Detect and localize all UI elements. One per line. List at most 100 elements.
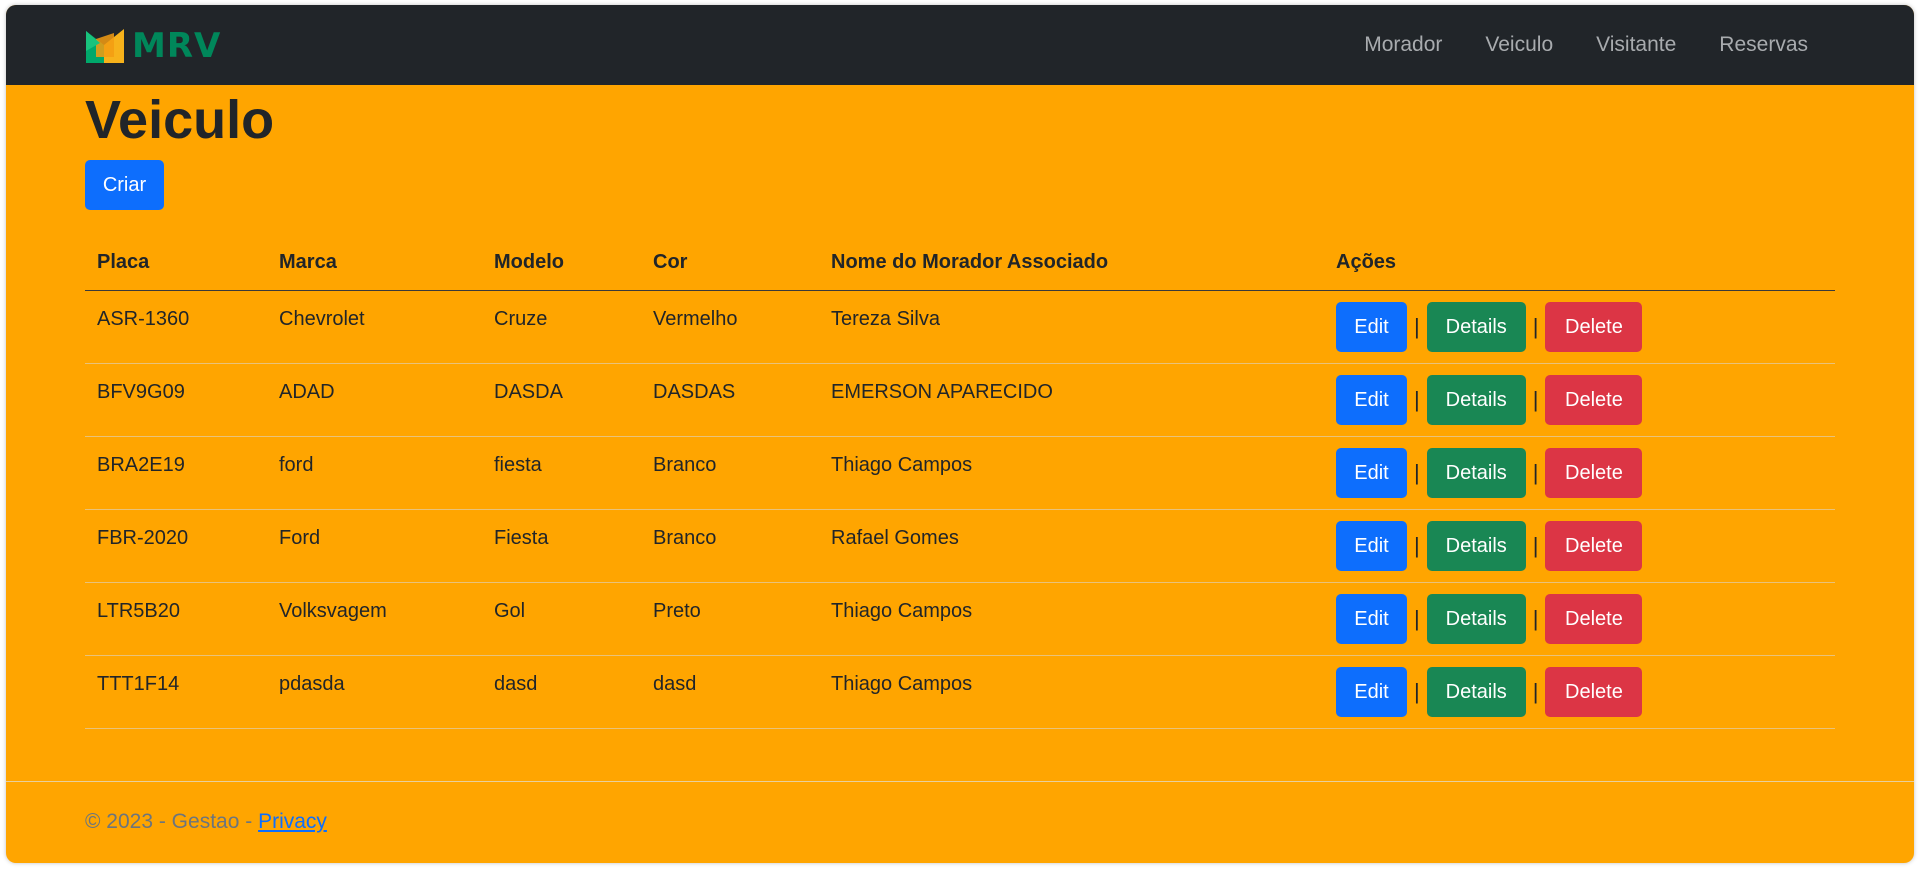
edit-button[interactable]: Edit	[1336, 521, 1407, 571]
delete-button[interactable]: Delete	[1545, 521, 1643, 571]
action-separator: |	[1532, 606, 1539, 631]
delete-button[interactable]: Delete	[1545, 375, 1643, 425]
cell-placa: BFV9G09	[85, 363, 267, 437]
edit-button[interactable]: Edit	[1336, 375, 1407, 425]
cell-morador: Thiago Campos	[819, 436, 1324, 510]
cell-marca: Ford	[267, 509, 482, 583]
row-actions: Edit | Details | Delete	[1336, 521, 1823, 571]
cell-placa: LTR5B20	[85, 582, 267, 656]
action-separator: |	[1414, 533, 1420, 558]
header-placa: Placa	[85, 234, 267, 291]
cell-cor: DASDAS	[641, 363, 819, 437]
action-separator: |	[1414, 679, 1420, 704]
header-acoes: Ações	[1324, 234, 1835, 291]
top-navbar: MRV Morador Veiculo Visitante Reservas	[6, 5, 1914, 85]
cell-modelo: DASDA	[482, 363, 641, 437]
row-actions: Edit | Details | Delete	[1336, 302, 1823, 352]
action-separator: |	[1532, 460, 1539, 485]
action-separator: |	[1414, 387, 1420, 412]
brand-logo[interactable]: MRV	[84, 27, 221, 65]
brand-text: MRV	[132, 26, 222, 66]
cell-morador: Thiago Campos	[819, 655, 1324, 729]
delete-button[interactable]: Delete	[1545, 448, 1643, 498]
row-actions: Edit | Details | Delete	[1336, 448, 1823, 498]
cell-cor: Preto	[641, 582, 819, 656]
table-row: FBR-2020 Ford Fiesta Branco Rafael Gomes Edit…	[85, 509, 1835, 583]
action-separator: |	[1414, 606, 1420, 631]
cell-morador: Tereza Silva	[819, 290, 1324, 364]
privacy-link[interactable]: Privacy	[258, 810, 327, 833]
cell-actions: Edit | Details | Delete	[1324, 509, 1835, 583]
nav-link-veiculo[interactable]: Veiculo	[1485, 33, 1553, 57]
table-header-row: Placa Marca Modelo Cor Nome do Morador A…	[85, 234, 1835, 291]
cell-placa: FBR-2020	[85, 509, 267, 583]
edit-button[interactable]: Edit	[1336, 667, 1407, 717]
details-button[interactable]: Details	[1426, 448, 1526, 498]
footer-copyright: © 2023 - Gestao -	[85, 810, 259, 833]
footer-text: © 2023 - Gestao - Privacy	[85, 810, 327, 834]
vehicles-table: Placa Marca Modelo Cor Nome do Morador A…	[85, 234, 1835, 729]
table-row: LTR5B20 Volksvagem Gol Preto Thiago Campos Ed…	[85, 582, 1835, 656]
row-actions: Edit | Details | Delete	[1336, 667, 1823, 717]
cell-cor: Branco	[641, 509, 819, 583]
row-actions: Edit | Details | Delete	[1336, 594, 1823, 644]
details-button[interactable]: Details	[1426, 594, 1526, 644]
cell-actions: Edit | Details | Delete	[1324, 363, 1835, 437]
cell-modelo: Gol	[482, 582, 641, 656]
cell-marca: pdasda	[267, 655, 482, 729]
details-button[interactable]: Details	[1426, 521, 1526, 571]
table-row: TTT1F14 pdasda dasd dasd Thiago Campos Edit | D…	[85, 655, 1835, 729]
edit-button[interactable]: Edit	[1336, 448, 1407, 498]
cell-placa: BRA2E19	[85, 436, 267, 510]
action-separator: |	[1532, 314, 1539, 339]
table-row: BFV9G09 ADAD DASDA DASDAS EMERSON APARECIDO E…	[85, 363, 1835, 437]
cell-marca: ADAD	[267, 363, 482, 437]
cell-modelo: Fiesta	[482, 509, 641, 583]
create-button[interactable]: Criar	[85, 160, 164, 210]
cell-cor: dasd	[641, 655, 819, 729]
page-title: Veiculo	[85, 90, 275, 150]
cell-placa: ASR-1360	[85, 290, 267, 364]
cell-morador: Rafael Gomes	[819, 509, 1324, 583]
details-button[interactable]: Details	[1426, 302, 1526, 352]
delete-button[interactable]: Delete	[1545, 302, 1643, 352]
cell-cor: Branco	[641, 436, 819, 510]
header-modelo: Modelo	[482, 234, 641, 291]
cell-marca: ford	[267, 436, 482, 510]
nav-links: Morador Veiculo Visitante Reservas	[1364, 5, 1808, 85]
cell-modelo: Cruze	[482, 290, 641, 364]
action-separator: |	[1414, 314, 1420, 339]
row-actions: Edit | Details | Delete	[1336, 375, 1823, 425]
cell-actions: Edit | Details | Delete	[1324, 436, 1835, 510]
nav-link-reservas[interactable]: Reservas	[1719, 33, 1808, 57]
table-row: ASR-1360 Chevrolet Cruze Vermelho Tereza Sil…	[85, 290, 1835, 364]
cell-actions: Edit | Details | Delete	[1324, 582, 1835, 656]
details-button[interactable]: Details	[1426, 667, 1526, 717]
action-separator: |	[1414, 460, 1420, 485]
page-footer: © 2023 - Gestao - Privacy	[6, 781, 1914, 863]
action-separator: |	[1532, 533, 1539, 558]
edit-button[interactable]: Edit	[1336, 594, 1407, 644]
table-body: ASR-1360 Chevrolet Cruze Vermelho Tereza Sil…	[85, 290, 1835, 729]
nav-link-visitante[interactable]: Visitante	[1596, 33, 1676, 57]
action-separator: |	[1532, 387, 1539, 412]
cell-actions: Edit | Details | Delete	[1324, 290, 1835, 364]
details-button[interactable]: Details	[1426, 375, 1526, 425]
cell-placa: TTT1F14	[85, 655, 267, 729]
edit-button[interactable]: Edit	[1336, 302, 1407, 352]
action-separator: |	[1532, 679, 1539, 704]
mrv-logo-icon	[86, 29, 124, 63]
cell-actions: Edit | Details | Delete	[1324, 655, 1835, 729]
cell-modelo: fiesta	[482, 436, 641, 510]
browser-viewport: MRV Morador Veiculo Visitante Reservas V…	[6, 5, 1914, 863]
header-cor: Cor	[641, 234, 819, 291]
delete-button[interactable]: Delete	[1545, 667, 1643, 717]
cell-marca: Volksvagem	[267, 582, 482, 656]
delete-button[interactable]: Delete	[1545, 594, 1643, 644]
cell-cor: Vermelho	[641, 290, 819, 364]
nav-link-morador[interactable]: Morador	[1364, 33, 1442, 57]
cell-morador: EMERSON APARECIDO	[819, 363, 1324, 437]
header-marca: Marca	[267, 234, 482, 291]
table-row: BRA2E19 ford fiesta Branco Thiago Campos Edit…	[85, 436, 1835, 510]
cell-modelo: dasd	[482, 655, 641, 729]
